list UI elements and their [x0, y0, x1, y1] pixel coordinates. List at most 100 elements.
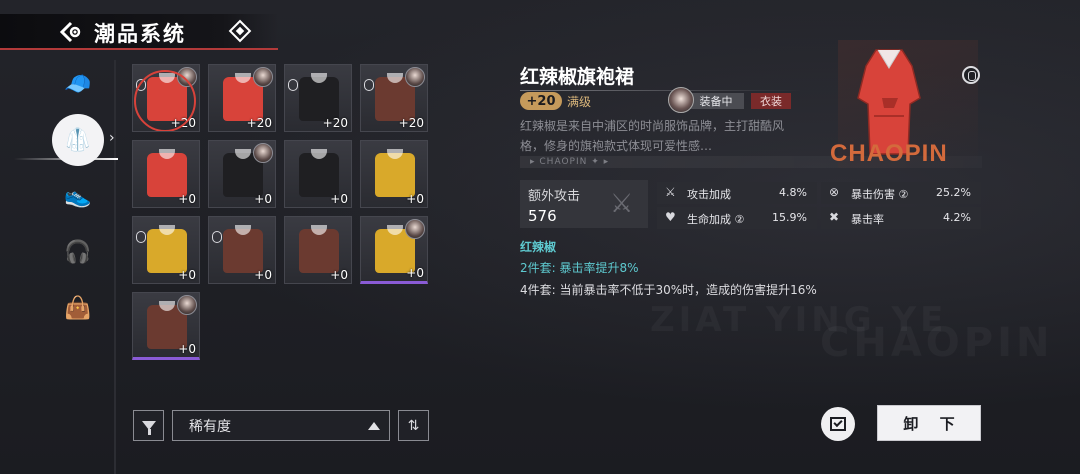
- nav-rail: [114, 60, 116, 474]
- item-level-text: 满级: [567, 95, 592, 109]
- lock-icon: [136, 231, 146, 243]
- item-artwork: CHAOPIN: [808, 40, 982, 168]
- outfit-icon: [299, 153, 339, 197]
- equipped-character-avatar: [253, 67, 273, 87]
- stat-icon: ✖: [829, 210, 840, 224]
- main-stat-value: 576: [528, 207, 557, 225]
- sort-order-button[interactable]: ⇅: [398, 410, 429, 441]
- inventory-slot[interactable]: +0: [132, 216, 200, 284]
- name-divider: [520, 90, 802, 91]
- outfit-icon: [299, 229, 339, 273]
- sub-stat-label: 攻击加成: [687, 188, 731, 201]
- inventory-slot[interactable]: +20: [360, 64, 428, 132]
- page-title: 潮品系统: [94, 22, 186, 46]
- brand-banner-text: CHAOPIN: [539, 157, 588, 167]
- item-level: +0: [178, 342, 196, 356]
- lock-icon: [212, 231, 222, 243]
- inventory-slot[interactable]: +0: [360, 216, 428, 284]
- equipped-character-avatar: [177, 295, 197, 315]
- hat-icon[interactable]: 🧢: [58, 64, 98, 104]
- inventory-slot[interactable]: +0: [360, 140, 428, 208]
- stat-icon: ⚔: [665, 185, 676, 199]
- equipped-character-avatar: [405, 219, 425, 239]
- jacket-icon[interactable]: 🥼: [52, 114, 104, 166]
- sub-stat-value: 25.2%: [936, 186, 971, 199]
- outfit-icon: [223, 229, 263, 273]
- inventory-slot[interactable]: +0: [208, 140, 276, 208]
- item-level: +0: [406, 266, 424, 280]
- lock-icon: [136, 79, 146, 91]
- brand-art-text: CHAOPIN: [830, 140, 948, 167]
- sort-dropdown-value: 稀有度: [189, 418, 231, 435]
- set-bonus-2: 2件套: 暴击率提升8%: [520, 261, 639, 275]
- item-level: +20: [398, 116, 424, 130]
- caret-up-icon: [368, 422, 380, 430]
- bag-icon[interactable]: 👜: [58, 288, 98, 328]
- item-level: +0: [254, 192, 272, 206]
- outfit-icon: [299, 77, 339, 121]
- inventory-slot[interactable]: +20: [132, 64, 200, 132]
- stat-icon: ♥: [665, 210, 676, 224]
- inventory-slot[interactable]: +0: [132, 292, 200, 360]
- sub-stat: ♥ 生命加成 ② 15.9%: [657, 207, 817, 229]
- item-level: +0: [406, 192, 424, 206]
- inventory-slot[interactable]: +20: [284, 64, 352, 132]
- chevron-right-icon: ›: [109, 130, 115, 146]
- sub-stat-label: 暴击伤害 ②: [851, 188, 909, 201]
- equipped-tag: 装备中: [688, 93, 744, 109]
- set-bonus-4: 4件套: 当前暴击率不低于30%时，造成的伤害提升16%: [520, 283, 817, 297]
- item-name: 红辣椒旗袍裙: [520, 66, 635, 88]
- bg-decor-text-2: CHAOPIN: [820, 320, 1053, 366]
- item-level: +20: [322, 116, 348, 130]
- sub-stat-label: 生命加成 ②: [687, 213, 745, 226]
- sub-stat-value: 4.8%: [779, 186, 807, 199]
- item-level-badge: +20: [520, 92, 562, 110]
- lock-icon[interactable]: [962, 66, 980, 84]
- back-icon[interactable]: [58, 19, 84, 45]
- outfit-icon: [375, 153, 415, 197]
- header-bar: 潮品系统: [0, 14, 278, 50]
- lock-icon: [288, 79, 298, 91]
- item-level: +0: [254, 268, 272, 282]
- lock-icon: [364, 79, 374, 91]
- outfit-icon: [147, 77, 187, 121]
- owner-avatar: [668, 87, 694, 113]
- crossed-swords-icon: ⚔: [610, 189, 634, 219]
- equipped-character-avatar: [253, 143, 273, 163]
- sub-stat-value: 15.9%: [772, 211, 807, 224]
- compare-icon: [830, 417, 846, 431]
- inventory-slot[interactable]: +0: [208, 216, 276, 284]
- main-stat: 额外攻击 576 ⚔: [520, 180, 648, 228]
- stat-icon: ⊗: [829, 185, 840, 199]
- equipped-character-avatar: [177, 67, 197, 87]
- inventory-grid: +20 +20 +20 +20 +0 +0 +0 +0 +0 +0 +0 +0 +0: [132, 64, 428, 360]
- item-level: +20: [246, 116, 272, 130]
- compare-button[interactable]: [821, 407, 855, 441]
- filter-icon: [141, 421, 156, 435]
- outfit-collar: [159, 73, 175, 83]
- type-tag: 衣装: [751, 93, 791, 109]
- sort-dropdown[interactable]: 稀有度: [172, 410, 390, 441]
- inventory-slot[interactable]: +0: [284, 140, 352, 208]
- item-level: +0: [178, 268, 196, 282]
- item-level: +0: [330, 192, 348, 206]
- sub-stat: ⊗ 暴击伤害 ② 25.2%: [821, 182, 981, 204]
- inventory-slot[interactable]: +0: [284, 216, 352, 284]
- filter-button[interactable]: [133, 410, 164, 441]
- unequip-button[interactable]: 卸 下: [877, 405, 981, 441]
- outfit-icon: [147, 153, 187, 197]
- shoe-icon[interactable]: 👟: [58, 176, 98, 216]
- equipped-character-avatar: [405, 67, 425, 87]
- outfit-icon: [147, 229, 187, 273]
- item-description: 红辣椒是来自中浦区的时尚服饰品牌，主打甜酷风格，修身的旗袍款式体现可爱性感…: [520, 119, 785, 153]
- main-stat-label: 额外攻击: [528, 189, 581, 204]
- headphones-icon[interactable]: 🎧: [58, 232, 98, 272]
- sort-order-icon: ⇅: [407, 417, 420, 434]
- sub-stat: ⚔ 攻击加成 4.8%: [657, 182, 817, 204]
- diamond-icon[interactable]: [228, 19, 252, 43]
- inventory-slot[interactable]: +20: [208, 64, 276, 132]
- set-name: 红辣椒: [520, 240, 557, 254]
- item-level: +0: [330, 268, 348, 282]
- inventory-slot[interactable]: +0: [132, 140, 200, 208]
- sub-stat: ✖ 暴击率 4.2%: [821, 207, 981, 229]
